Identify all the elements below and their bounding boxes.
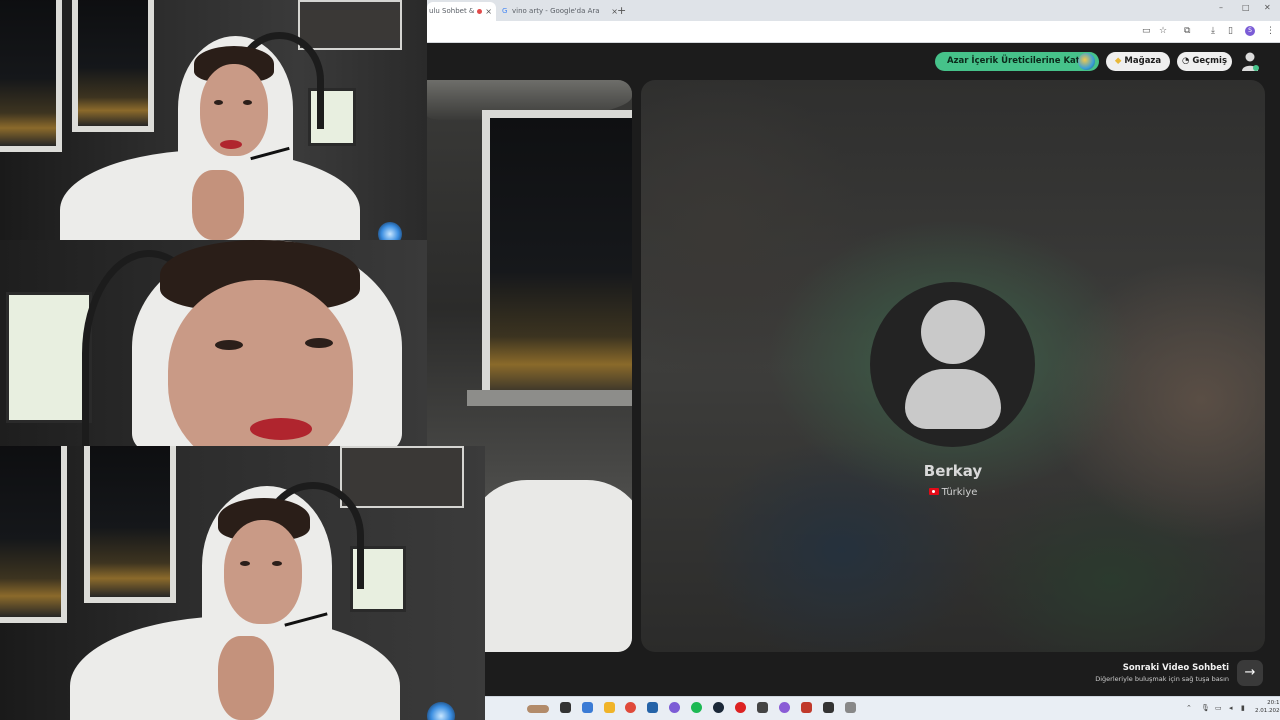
rgb-fan-icon [427, 702, 455, 720]
sidepanel-icon[interactable]: ▯ [1228, 26, 1233, 36]
clock-date: 2.01.2026 [1255, 708, 1280, 714]
lips-shape [250, 418, 312, 440]
country-label: Türkiye [941, 487, 978, 498]
taskbar-app-icon[interactable] [757, 702, 768, 713]
hand-shape [218, 636, 274, 720]
tab-label: ulu Sohbet & [429, 7, 475, 15]
eye-shape [240, 561, 250, 566]
remote-user-name: Berkay [923, 462, 983, 480]
avatar-head-shape [921, 300, 985, 364]
network-icon[interactable]: ▭ [1215, 704, 1222, 712]
taskbar-app-icon[interactable] [735, 702, 746, 713]
spotify-icon[interactable] [691, 702, 702, 713]
maximize-button[interactable]: □ [1242, 3, 1250, 12]
recording-dot-icon [477, 9, 482, 14]
store-button[interactable]: ◆ Mağaza [1106, 52, 1170, 71]
rgb-fan-icon [378, 222, 402, 240]
store-label: Mağaza [1124, 56, 1162, 66]
creator-badge-icon [1078, 53, 1095, 70]
screen: ulu Sohbet & × G vino arty - Google'da A… [0, 0, 1280, 720]
hoodie-shape [467, 480, 632, 652]
tab-label: vino arty - Google'da Ara [512, 7, 600, 15]
taskbar-app-icon[interactable] [779, 702, 790, 713]
webcam-overlay-middle [0, 240, 427, 446]
eye-shape [272, 561, 282, 566]
terminal-icon[interactable] [823, 702, 834, 713]
system-clock[interactable]: 20:17 2.01.2026 [1255, 699, 1280, 715]
hand-shape [192, 170, 244, 240]
window-scene [482, 110, 632, 398]
bookmark-star-icon[interactable]: ☆ [1159, 26, 1167, 36]
lips-shape [220, 140, 242, 149]
mic-icon[interactable]: 🎙 [1201, 704, 1210, 712]
steam-icon[interactable] [713, 702, 724, 713]
history-button[interactable]: ◔ Geçmiş [1177, 52, 1232, 71]
join-creators-button[interactable]: Azar İçerik Üreticilerine Katıl [935, 52, 1099, 71]
turkey-flag-icon [928, 488, 939, 495]
taskbar-app-icon[interactable] [669, 702, 680, 713]
google-icon: G [502, 7, 508, 15]
battery-icon[interactable]: ▮ [1241, 704, 1245, 712]
window-sill [467, 390, 632, 406]
webcam-overlay-bottom [0, 446, 485, 720]
clock-time: 20:17 [1267, 700, 1280, 706]
chrome-icon[interactable] [625, 702, 636, 713]
window-scene [72, 0, 154, 132]
minimize-button[interactable]: – [1219, 3, 1223, 12]
monitor-shape [6, 292, 92, 423]
eye-shape [215, 340, 243, 350]
tray-chevron-icon[interactable]: ⌃ [1186, 704, 1192, 712]
webcam-overlay-top [0, 0, 427, 240]
extensions-icon[interactable]: ⧉ [1184, 26, 1190, 36]
gem-icon: ◆ [1114, 56, 1122, 66]
folder-icon[interactable] [604, 702, 615, 713]
taskbar-app-icon[interactable] [560, 702, 571, 713]
clock-icon: ◔ [1181, 56, 1190, 66]
window-scene [0, 446, 67, 623]
tab-azar[interactable]: ulu Sohbet & × [427, 2, 496, 21]
taskbar-widget-icon[interactable] [527, 705, 549, 713]
profile-avatar[interactable]: S [1245, 26, 1255, 36]
download-icon[interactable]: ⤓ [1211, 26, 1215, 36]
next-chat-title: Sonraki Video Sohbeti [1122, 663, 1229, 673]
cast-icon[interactable]: ▭ [1142, 26, 1151, 36]
tab-close-icon[interactable]: × [485, 2, 492, 21]
next-chat-hint: Diğerleriyle buluşmak için sağ tuşa bası… [1095, 675, 1229, 683]
avatar-body-shape [905, 369, 1001, 429]
taskbar-app-icon[interactable] [845, 702, 856, 713]
tab-google-search[interactable]: G vino arty - Google'da Ara × [500, 2, 622, 21]
join-creators-label: Azar İçerik Üreticilerine Katıl [947, 56, 1086, 66]
window-scene [84, 446, 176, 603]
face-shape [224, 520, 302, 624]
remote-video-feed: Berkay Türkiye [641, 80, 1265, 652]
user-icon[interactable] [1241, 52, 1259, 72]
taskbar-app-icon[interactable] [647, 702, 658, 713]
menu-kebab-icon[interactable]: ⋮ [1266, 26, 1275, 36]
taskbar-app-icon[interactable] [801, 702, 812, 713]
eye-shape [243, 100, 252, 105]
volume-icon[interactable]: ◂ [1229, 704, 1233, 712]
window-scene [0, 0, 62, 152]
close-window-button[interactable]: ✕ [1264, 3, 1271, 12]
remote-user-country: Türkiye [641, 487, 1265, 498]
bookshelf [340, 446, 464, 508]
bookshelf [298, 0, 402, 50]
new-tab-button[interactable]: + [617, 2, 626, 19]
eye-shape [305, 338, 333, 348]
remote-avatar [870, 282, 1035, 447]
taskbar-app-icon[interactable] [582, 702, 593, 713]
eye-shape [214, 100, 223, 105]
history-label: Geçmiş [1192, 56, 1228, 66]
next-chat-button[interactable]: → [1237, 660, 1263, 686]
